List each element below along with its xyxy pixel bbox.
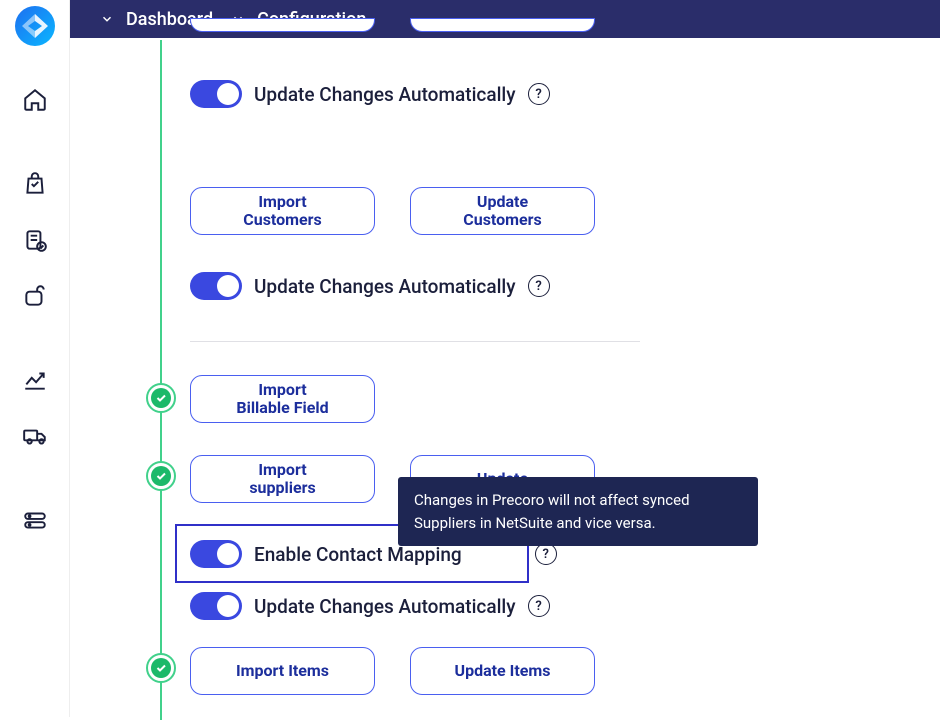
server-icon[interactable] [21, 506, 49, 534]
toggle-contact-mapping[interactable] [190, 540, 242, 568]
divider [190, 341, 640, 342]
tooltip: Changes in Precoro will not affect synce… [398, 477, 758, 546]
app-logo[interactable] [15, 6, 55, 46]
analytics-icon[interactable] [21, 366, 49, 394]
step-complete-icon [146, 461, 176, 491]
help-icon[interactable]: ? [528, 595, 550, 617]
toggle-label: Update Changes Automatically [254, 595, 516, 618]
clipboard-check-icon[interactable] [21, 226, 49, 254]
chevron-down-icon[interactable] [100, 12, 114, 26]
step-complete-icon [146, 383, 176, 413]
home-icon[interactable] [21, 86, 49, 114]
import-billable-field-button[interactable]: Import Billable Field [190, 375, 375, 423]
toggle-update-auto-3[interactable] [190, 592, 242, 620]
help-icon[interactable]: ? [528, 275, 550, 297]
tooltip-text: Changes in Precoro will not affect synce… [414, 491, 690, 532]
import-customers-button[interactable]: Import Customers [190, 187, 375, 235]
sidebar [0, 0, 70, 717]
button-sliver[interactable] [190, 18, 375, 32]
shopping-bag-icon[interactable] [21, 170, 49, 198]
update-customers-button[interactable]: Update Customers [410, 187, 595, 235]
step-complete-icon [146, 653, 176, 683]
import-suppliers-button[interactable]: Import suppliers [190, 455, 375, 503]
toggle-row-update-auto-1: Update Changes Automatically ? [190, 80, 550, 108]
help-icon[interactable]: ? [535, 543, 557, 565]
update-items-button[interactable]: Update Items [410, 647, 595, 695]
truck-icon[interactable] [21, 422, 49, 450]
toggle-label: Update Changes Automatically [254, 83, 516, 106]
toggle-row-update-auto-3: Update Changes Automatically ? [190, 592, 550, 620]
box-unlock-icon[interactable] [21, 282, 49, 310]
help-icon[interactable]: ? [528, 83, 550, 105]
progress-timeline [160, 40, 162, 720]
toggle-row-update-auto-2: Update Changes Automatically ? [190, 272, 550, 300]
button-sliver[interactable] [410, 18, 595, 32]
toggle-update-auto-2[interactable] [190, 272, 242, 300]
toggle-update-auto-1[interactable] [190, 80, 242, 108]
toggle-label: Update Changes Automatically [254, 275, 516, 298]
import-items-button[interactable]: Import Items [190, 647, 375, 695]
